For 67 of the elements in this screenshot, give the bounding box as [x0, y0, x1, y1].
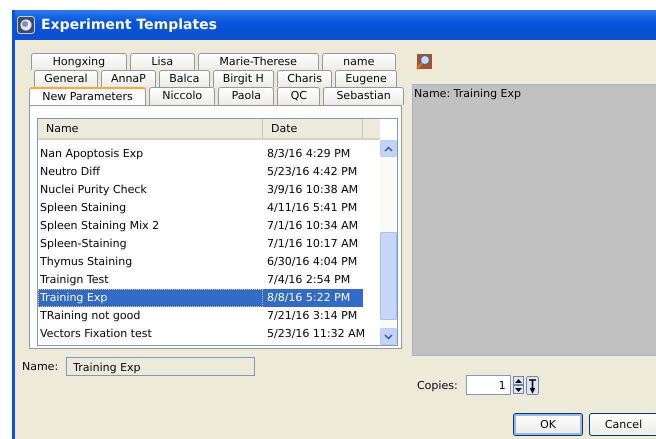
app-icon	[17, 16, 35, 34]
table-cell-text: 5/23/16 11:32 AM	[266, 326, 363, 342]
window-title: Experiment Templates	[41, 17, 217, 33]
max-value-icon[interactable]	[526, 376, 539, 394]
table-cell-text: 7/21/16 3:14 PM	[266, 308, 358, 324]
tab[interactable]: Hongxing	[31, 53, 127, 70]
name-field[interactable]: Training Exp	[66, 357, 256, 376]
table-cell-text: Thymus Staining	[39, 254, 134, 270]
table-row[interactable]: Neutro Diff 5/23/16 4:42 PM	[38, 163, 380, 181]
tab[interactable]: Birgit H	[212, 70, 274, 87]
table-cell-text: Nuclei Purity Check	[39, 182, 148, 198]
column-header[interactable]: Name	[38, 119, 263, 138]
table-row[interactable]: Vectors Fixation test 5/23/16 11:32 AM	[38, 325, 380, 343]
name-label: Name:	[22, 360, 58, 373]
scrollbar[interactable]	[380, 140, 397, 345]
table-cell-text: Neutro Diff	[39, 164, 102, 180]
tab[interactable]: Marie-Therese	[198, 53, 319, 70]
table-row[interactable]: Spleen Staining Mix 2 7/1/16 10:34 AM	[38, 217, 380, 235]
table-cell-text: 7/1/16 10:34 AM	[266, 218, 360, 234]
table-cell-text: Nan Apoptosis Exp	[39, 146, 144, 162]
table-row[interactable]: Spleen-Staining 7/1/16 10:17 AM	[38, 235, 380, 253]
tab[interactable]: AnnaP	[100, 70, 156, 87]
table-cell-text: Vectors Fixation test	[39, 326, 153, 342]
table-cell-text: 7/1/16 10:17 AM	[266, 236, 360, 252]
table-cell-text: Spleen Staining	[39, 200, 128, 216]
tab[interactable]: New Parameters	[29, 87, 146, 105]
tab[interactable]: Balca	[159, 70, 210, 87]
table-row[interactable]: TRaining not good 7/21/16 3:14 PM	[38, 307, 380, 325]
table-row[interactable]: Spleen Staining 4/11/16 5:41 PM	[38, 199, 380, 217]
tab[interactable]: Lisa	[130, 53, 195, 70]
preview-pane: Name: Training Exp	[412, 84, 656, 356]
dialog-button[interactable]: Cancel	[589, 413, 656, 436]
tab[interactable]: QC	[277, 87, 320, 105]
table-cell-text: Spleen Staining Mix 2	[39, 218, 160, 234]
down-triangle-icon[interactable]	[514, 388, 522, 392]
table-row[interactable]: Trainign Test 7/4/16 2:54 PM	[38, 271, 380, 289]
tab[interactable]: Eugene	[335, 70, 397, 87]
dialog-button[interactable]: OK	[513, 413, 583, 436]
table-cell-text: 8/3/16 4:29 PM	[266, 146, 352, 162]
table-cell-text: 4/11/16 5:41 PM	[266, 200, 358, 216]
tab[interactable]: Niccolo	[148, 87, 216, 105]
tab[interactable]: General	[34, 70, 98, 87]
table-cell-text: 5/23/16 4:42 PM	[266, 164, 358, 180]
column-header[interactable]: Date	[263, 119, 363, 138]
tab[interactable]: Sebastian	[323, 87, 404, 105]
table-row[interactable]: Nan Apoptosis Exp 8/3/16 4:29 PM	[38, 145, 380, 163]
table-cell-text: 3/9/16 10:38 AM	[266, 182, 360, 198]
tab[interactable]: name	[322, 53, 396, 70]
table-cell-text: Spleen-Staining	[39, 236, 128, 252]
spinner-arrows[interactable]	[512, 376, 524, 394]
table-cell-text: Trainign Test	[39, 272, 110, 288]
table-cell-text: 6/30/16 4:04 PM	[266, 254, 358, 270]
scroll-up-icon[interactable]	[384, 146, 393, 152]
table-cell-text: 7/4/16 2:54 PM	[266, 272, 352, 288]
magnifier-icon[interactable]	[416, 54, 432, 70]
table-row[interactable]: Thymus Staining 6/30/16 4:04 PM	[38, 253, 380, 271]
up-triangle-icon[interactable]	[514, 378, 522, 382]
tab[interactable]: Charis	[277, 70, 332, 87]
table-cell: Training Exp	[38, 289, 263, 307]
table-cell-text: TRaining not good	[39, 308, 142, 324]
table-cell: 8/8/16 5:22 PM	[263, 289, 363, 307]
scroll-down-icon[interactable]	[384, 334, 393, 340]
copies-field[interactable]: 1	[466, 375, 511, 395]
copies-label: Copies:	[417, 378, 458, 392]
tab[interactable]: Paola	[218, 87, 274, 105]
table-row[interactable]: Nuclei Purity Check 3/9/16 10:38 AM	[38, 181, 380, 199]
table-row[interactable]: Training Exp 8/8/16 5:22 PM	[38, 289, 380, 307]
